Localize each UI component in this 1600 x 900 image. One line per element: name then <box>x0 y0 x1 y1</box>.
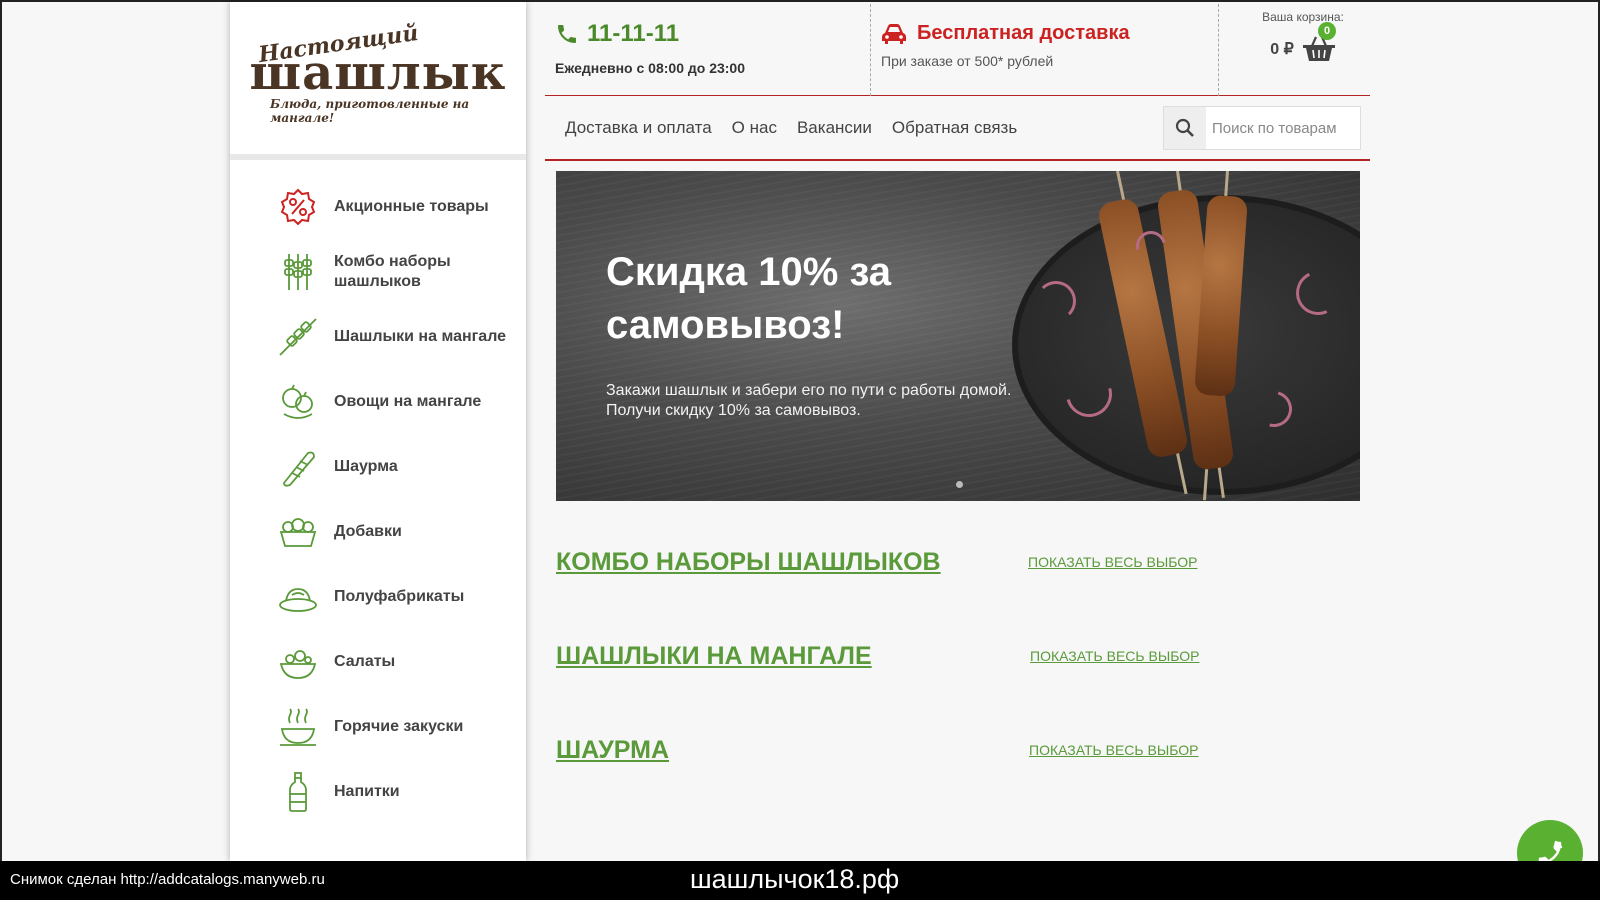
phone-link[interactable]: 11-11-11 <box>555 20 855 48</box>
section-skewers: ШАШЛЫКИ НА МАНГАЛЕ ПОКАЗАТЬ ВЕСЬ ВЫБОР <box>556 636 1216 676</box>
sidebar-item-label: Шашлыки на мангале <box>334 327 507 345</box>
semi-finished-icon <box>278 577 318 617</box>
nav-about[interactable]: О нас <box>732 118 777 138</box>
promo-banner[interactable]: Скидка 10% за самовывоз! Закажи шашлык и… <box>556 171 1360 501</box>
carousel-dot[interactable] <box>956 481 963 488</box>
sidebar-item-vegetables[interactable]: Овощи на мангале <box>230 369 526 434</box>
logo-tagline: Блюда, приготовленные на мангале! <box>270 97 470 125</box>
phone-number: 11-11-11 <box>587 20 680 47</box>
site-logo[interactable]: Настоящий шашлык Блюда, приготовленные н… <box>230 2 526 160</box>
show-all-link[interactable]: ПОКАЗАТЬ ВЕСЬ ВЫБОР <box>1030 648 1199 664</box>
hot-dish-icon <box>278 707 318 747</box>
screenshot-caption: Снимок сделан http://addcatalogs.manyweb… <box>0 861 1600 900</box>
delivery-subtitle: При заказе от 500* рублей <box>881 53 1054 69</box>
bottle-icon <box>278 771 318 812</box>
site-header: 11-11-11 Ежедневно с 08:00 до 23:00 Бесп… <box>545 2 1370 96</box>
delivery-title: Бесплатная доставка <box>917 22 1130 44</box>
nav-delivery[interactable]: Доставка и оплата <box>565 118 712 138</box>
sidebar-item-label: Комбо наборы шашлыков <box>334 252 451 290</box>
skewer-icon <box>278 317 318 357</box>
phone-icon <box>558 25 576 43</box>
show-all-link[interactable]: ПОКАЗАТЬ ВЕСЬ ВЫБОР <box>1029 742 1198 758</box>
cart-widget[interactable]: Ваша корзина: 0 ₽ 0 <box>1248 10 1358 62</box>
caption-domain: шашлычок18.рф <box>690 864 900 894</box>
main-nav: Доставка и оплата О нас Вакансии Обратна… <box>545 97 1370 161</box>
search-input[interactable] <box>1206 107 1360 149</box>
vegetables-icon <box>278 382 318 422</box>
section-title[interactable]: ШАШЛЫКИ НА МАНГАЛЕ <box>556 642 872 671</box>
sidebar-item-label: Горячие закуски <box>334 717 464 735</box>
caption-source: Снимок сделан http://addcatalogs.manyweb… <box>10 871 325 888</box>
cart-total: 0 ₽ <box>1270 41 1294 58</box>
sidebar-item-semi-finished[interactable]: Полуфабрикаты <box>230 564 526 629</box>
salad-icon <box>278 642 318 682</box>
search-button[interactable] <box>1164 107 1206 149</box>
show-all-link[interactable]: ПОКАЗАТЬ ВЕСЬ ВЫБОР <box>1028 554 1197 570</box>
sidebar-item-label: Салаты <box>334 652 396 670</box>
section-combo: КОМБО НАБОРЫ ШАШЛЫКОВ ПОКАЗАТЬ ВЕСЬ ВЫБО… <box>556 542 1216 582</box>
sidebar-item-label: Напитки <box>334 782 400 800</box>
nav-vacancies[interactable]: Вакансии <box>797 118 872 138</box>
sidebar-item-extras[interactable]: Добавки <box>230 499 526 564</box>
section-shawarma: ШАУРМА ПОКАЗАТЬ ВЕСЬ ВЫБОР <box>556 730 1216 770</box>
sidebar-item-promo[interactable]: Акционные товары <box>230 174 526 239</box>
search-icon <box>1175 118 1194 137</box>
sidebar-item-label: Полуфабрикаты <box>334 587 465 605</box>
sidebar-item-label: Акционные товары <box>334 197 489 215</box>
sidebar-item-combo[interactable]: Комбо наборы шашлыков <box>230 239 526 304</box>
sauce-bowl-icon <box>278 512 318 552</box>
section-title[interactable]: ШАУРМА <box>556 736 669 765</box>
banner-title: Скидка 10% за самовывоз! <box>606 250 892 347</box>
sidebar-item-drinks[interactable]: Напитки <box>230 759 526 824</box>
section-title[interactable]: КОМБО НАБОРЫ ШАШЛЫКОВ <box>556 548 941 577</box>
sidebar-item-shawarma[interactable]: Шаурма <box>230 434 526 499</box>
banner-text: Закажи шашлык и забери его по пути с раб… <box>606 382 1012 419</box>
category-list: Акционные товары Комбо наборы шашлыков Ш… <box>230 160 526 824</box>
working-hours: Ежедневно с 08:00 до 23:00 <box>555 60 746 76</box>
sidebar-item-salads[interactable]: Салаты <box>230 629 526 694</box>
phone-block: 11-11-11 Ежедневно с 08:00 до 23:00 <box>555 20 855 76</box>
search-box <box>1163 106 1361 150</box>
sidebar-item-skewers[interactable]: Шашлыки на мангале <box>230 304 526 369</box>
header-divider <box>1218 4 1219 96</box>
car-icon <box>882 23 906 44</box>
sidebar-item-label: Шаурма <box>334 457 398 475</box>
delivery-block: Бесплатная доставка При заказе от 500* р… <box>881 22 1181 69</box>
sidebar-item-hot-snacks[interactable]: Горячие закуски <box>230 694 526 759</box>
onion-ring <box>1036 281 1076 321</box>
basket-icon <box>1302 36 1335 61</box>
skewers-icon <box>278 252 318 292</box>
shawarma-icon <box>278 447 318 487</box>
cart-label: Ваша корзина: <box>1262 10 1344 24</box>
header-divider <box>870 4 871 96</box>
sidebar-item-label: Овощи на мангале <box>334 392 482 410</box>
cart-count-badge: 0 <box>1318 22 1336 40</box>
left-sidebar: Настоящий шашлык Блюда, приготовленные н… <box>230 2 526 861</box>
nav-feedback[interactable]: Обратная связь <box>892 118 1017 138</box>
percent-badge-icon <box>278 187 318 227</box>
sidebar-item-label: Добавки <box>334 522 402 540</box>
